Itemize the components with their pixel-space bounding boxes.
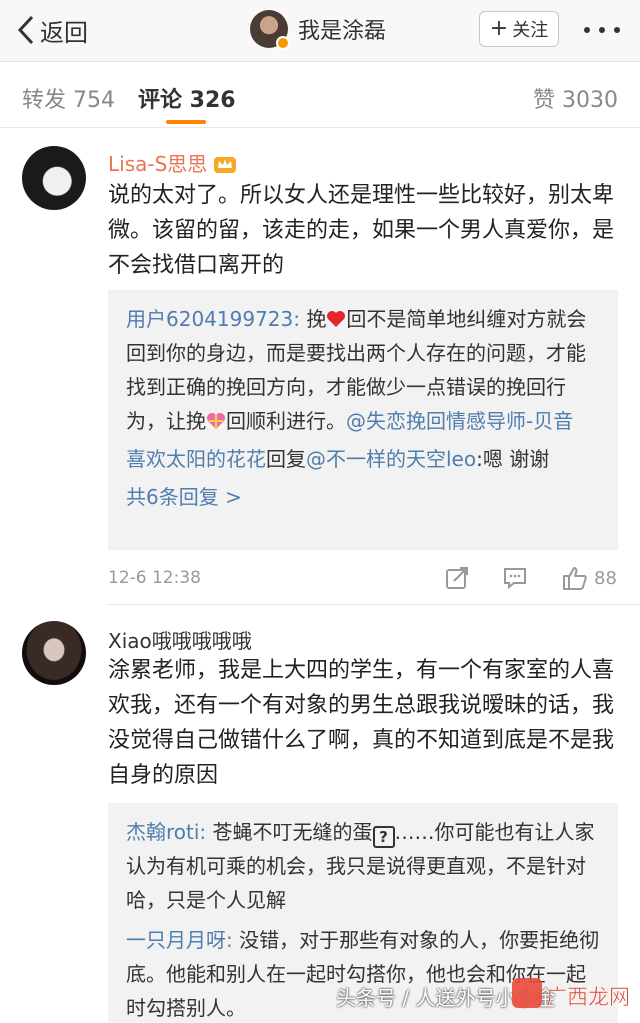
follow-button[interactable]: + 关注 <box>479 11 559 47</box>
like-count: 88 <box>594 567 617 589</box>
unknown-emoji-icon: ? <box>372 826 395 848</box>
tab-bar: 转发 754 评论 326 赞 3030 <box>0 62 640 128</box>
vip-crown-icon <box>214 157 237 173</box>
comment-meta: 12-6 12:38 88 <box>108 558 618 598</box>
gift-heart-emoji-icon <box>207 413 225 429</box>
share-icon <box>446 567 468 589</box>
comment-icon <box>504 568 526 590</box>
comment-author-name: Lisa-S思思 <box>108 152 208 176</box>
reply-button[interactable] <box>502 564 528 592</box>
comment-text: 说的太对了。所以女人还是理性一些比较好，别太卑微。该留的留，该走的走，如果一个男… <box>108 183 615 278</box>
reply-author[interactable]: 用户6204199723: <box>126 307 300 331</box>
more-options-icon[interactable] <box>584 18 620 42</box>
avatar[interactable] <box>22 621 86 685</box>
reply-text: 回顺利进行。 <box>226 409 346 433</box>
tab-repost[interactable]: 转发 754 <box>22 82 115 114</box>
reply-box[interactable]: 用户6204199723: 挽回不是简单地纠缠对方就会回到你的身边，而是要找出两… <box>108 290 618 550</box>
comment-time: 12-6 12:38 <box>108 568 201 588</box>
profile-name: 我是涂磊 <box>298 19 387 44</box>
heart-emoji-icon <box>327 311 346 327</box>
active-tab-indicator <box>166 120 206 124</box>
comment-author[interactable]: Lisa-S思思 <box>108 148 237 177</box>
reply-author[interactable]: 一只月月呀: <box>126 928 233 952</box>
logo-text: 广西龙网 <box>546 985 628 1009</box>
mention-link[interactable]: @失恋挽回情感导师-贝音 <box>346 409 573 433</box>
avatar[interactable] <box>250 10 290 50</box>
chevron-left-icon <box>17 15 34 45</box>
reply-item: 喜欢太阳的花花回复@不一样的天空leo:嗯 谢谢 <box>126 442 600 476</box>
share-button[interactable] <box>444 564 470 592</box>
top-nav-bar: 返回 我是涂磊 + 关注 <box>0 0 640 62</box>
watermark-logo: 广西龙网 <box>512 978 628 1009</box>
reply-author[interactable]: 杰翰roti: <box>126 820 206 844</box>
comment-text: 涂累老师，我是上大四的学生，有一个有家室的人喜欢我，还有一个有对象的男生总跟我说… <box>108 658 615 788</box>
more-replies-link[interactable]: 共6条回复 > <box>126 480 600 514</box>
verified-badge-icon <box>276 36 290 50</box>
reply-text: :嗯 谢谢 <box>476 447 550 471</box>
avatar[interactable] <box>22 146 86 210</box>
back-label: 返回 <box>40 18 88 47</box>
profile-header[interactable]: 我是涂磊 <box>250 10 387 50</box>
plus-icon: + <box>489 16 509 41</box>
comment-item: Lisa-S思思 说的太对了。所以女人还是理性一些比较好，别太卑微。该留的留，该… <box>0 128 640 606</box>
reply-text: 苍蝇不叮无缝的蛋 <box>206 820 373 844</box>
back-button[interactable]: 返回 <box>16 12 88 48</box>
comment-item: Xiao哦哦哦哦哦 涂累老师，我是上大四的学生，有一个有家室的人喜欢我，还有一个… <box>0 605 640 1023</box>
follow-label: 关注 <box>512 20 549 41</box>
reply-verb: 回复 <box>266 447 306 471</box>
tab-comment[interactable]: 评论 326 <box>138 82 236 114</box>
thumbs-up-icon <box>563 567 587 590</box>
reply-item: 杰翰roti: 苍蝇不叮无缝的蛋? ……你可能也有让人家认为有机可乘的机会，我只是… <box>126 815 600 917</box>
reply-item: 用户6204199723: 挽回不是简单地纠缠对方就会回到你的身边，而是要找出两… <box>126 302 600 438</box>
reply-author[interactable]: 喜欢太阳的花花 <box>126 447 266 471</box>
like-button[interactable]: 88 <box>562 564 617 592</box>
tab-like[interactable]: 赞 3030 <box>533 82 618 114</box>
reply-text: 挽 <box>299 307 327 331</box>
mention-link[interactable]: @不一样的天空leo <box>306 447 476 471</box>
comment-author[interactable]: Xiao哦哦哦哦哦 <box>108 625 252 654</box>
comment-author-name: Xiao哦哦哦哦哦 <box>108 629 252 653</box>
